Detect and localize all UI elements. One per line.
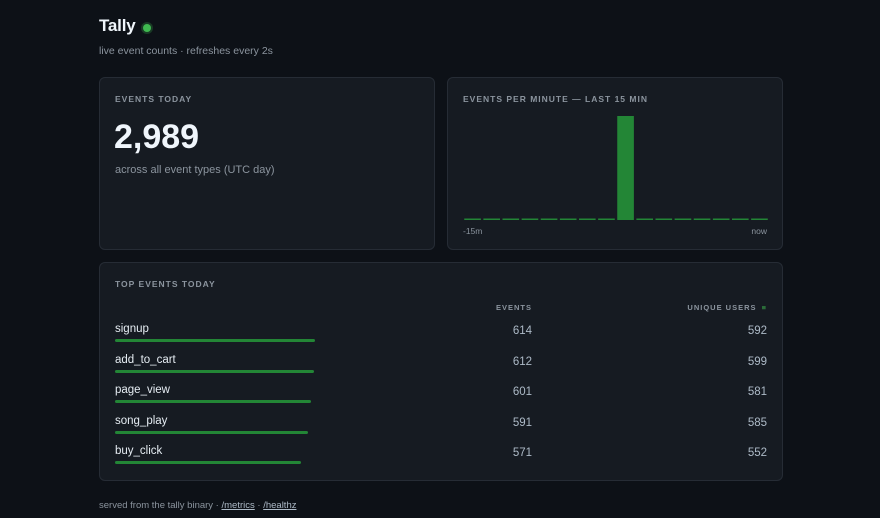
sort-icon[interactable]: ≡ [762,303,767,312]
event-share-bar [115,461,301,464]
page-footer: served from the tally binary · /metrics … [99,500,296,511]
col-header-unique-users-label: UNIQUE USERS [687,303,757,312]
epm-bar--8m [598,218,615,220]
unique-users-count: 552 [747,447,767,459]
epm-axis-end-label: now [751,226,767,236]
event-share-bar [115,369,314,373]
event-count: 601 [512,386,532,398]
table-row: buy_click 571 552 [115,445,767,471]
event-name: song_play [115,414,168,427]
epm-bar--13m [502,218,520,220]
events-today-card: EVENTS TODAY 2,989 across all event type… [99,77,435,250]
app-title: Tally [99,16,136,35]
event-count: 571 [512,447,532,459]
unique-users-count: 581 [747,386,767,398]
epm-bar--7m [617,116,634,220]
epm-bar--15m [464,218,481,220]
event-count: 614 [512,325,532,337]
events-today-value: 2,989 [114,118,200,156]
top-events-card: TOP EVENTS TODAY EVENTS UNIQUE USERS ≡ s… [99,262,783,481]
events-today-label: EVENTS TODAY [115,94,193,104]
epm-bar--1m [732,218,749,220]
epm-bar--2m [712,218,730,220]
event-share-bar [115,339,315,342]
col-header-unique-users[interactable]: UNIQUE USERS ≡ [687,303,767,312]
table-row: add_to_cart 612 599 [115,354,767,380]
top-events-label: TOP EVENTS TODAY [115,279,216,289]
event-name: page_view [115,384,170,396]
event-count: 612 [512,355,532,368]
epm-bar-chart [464,116,768,220]
epm-axis-start-label: -15m [463,226,483,236]
footer-text: served from the tally binary · [99,500,222,511]
epm-bar--14m [483,218,501,220]
unique-users-count: 592 [747,325,767,337]
live-status-dot-icon [143,24,152,32]
epm-bar--9m [579,218,596,220]
unique-users-count: 585 [747,416,767,429]
event-share-bar [115,430,308,434]
event-name: buy_click [115,445,163,457]
app-header: Tally [99,16,152,36]
epm-bar--4m [674,218,692,220]
epm-bar--5m [655,218,673,220]
table-row: page_view 601 581 [115,384,767,410]
table-row: signup 614 592 [115,323,767,349]
epm-bar--11m [540,218,558,220]
epm-label: EVENTS PER MINUTE — LAST 15 MIN [463,94,648,104]
app-subtitle: live event counts · refreshes every 2s [99,45,273,57]
epm-bar--12m [521,218,539,220]
epm-bar--3m [693,218,711,220]
col-header-events[interactable]: EVENTS [496,303,532,312]
event-name: add_to_cart [115,353,176,366]
metrics-link[interactable]: /metrics [222,500,255,511]
footer-separator: · [254,500,264,511]
epm-bar--10m [559,218,577,220]
unique-users-count: 599 [747,355,767,368]
event-share-bar [115,400,311,403]
epm-bar--6m [636,218,654,220]
events-per-minute-card: EVENTS PER MINUTE — LAST 15 MIN -15m now [447,77,783,250]
table-row: song_play 591 585 [115,415,767,441]
epm-bar-now [751,218,768,220]
event-name: signup [115,323,149,335]
event-count: 591 [512,416,532,429]
events-today-caption: across all event types (UTC day) [115,164,275,176]
healthz-link[interactable]: /healthz [263,500,296,511]
